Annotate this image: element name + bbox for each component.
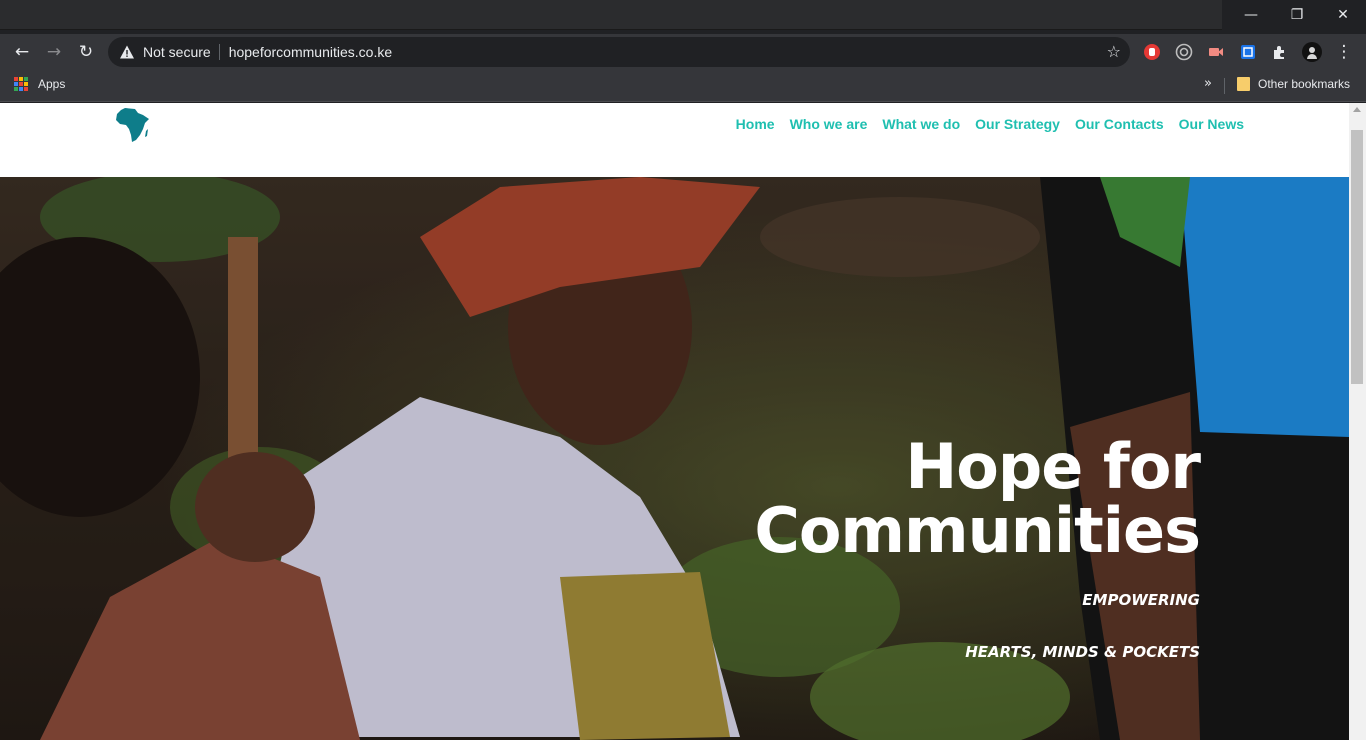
bookmark-apps[interactable]: Apps: [14, 77, 65, 91]
forward-icon[interactable]: →: [42, 40, 66, 64]
bookmarks-overflow-icon[interactable]: »: [1204, 76, 1212, 91]
nav-what-we-do[interactable]: What we do: [882, 116, 960, 132]
site-header: Home Who we are What we do Our Strategy …: [0, 103, 1349, 177]
tab-strip[interactable]: [0, 0, 1222, 30]
folder-icon: [1237, 77, 1250, 91]
hero-tagline-line1: EMPOWERING: [1082, 591, 1200, 609]
back-icon[interactable]: ←: [10, 40, 34, 64]
site-nav: Home Who we are What we do Our Strategy …: [721, 116, 1244, 132]
omnibox-divider: [218, 44, 220, 60]
security-label[interactable]: Not secure: [143, 44, 211, 60]
hero-title-line2: Communities: [754, 494, 1201, 567]
hero-text-block: Hope for Communities EMPOWERING HEARTS, …: [754, 430, 1201, 667]
browser-toolbar: ← → ↻ Not secure hopeforcommunities.co.k…: [0, 34, 1366, 70]
menu-icon[interactable]: ⋮: [1332, 40, 1356, 64]
bookmark-other[interactable]: Other bookmarks: [1237, 77, 1350, 91]
ext-block-icon[interactable]: [1142, 42, 1162, 62]
bookmarks-divider: [1224, 78, 1225, 94]
page-scrollbar[interactable]: [1349, 103, 1366, 740]
extensions-icon[interactable]: [1270, 42, 1290, 62]
apps-label: Apps: [38, 77, 66, 91]
nav-our-contacts[interactable]: Our Contacts: [1075, 116, 1164, 132]
scroll-up-icon[interactable]: [1353, 107, 1361, 112]
window-controls: — ❐ ✕: [1228, 0, 1366, 30]
hero-banner: Hope for Communities EMPOWERING HEARTS, …: [0, 177, 1349, 740]
nav-our-news[interactable]: Our News: [1179, 116, 1244, 132]
nav-home[interactable]: Home: [736, 116, 775, 132]
ext-video-icon[interactable]: [1206, 42, 1226, 62]
nav-our-strategy[interactable]: Our Strategy: [975, 116, 1060, 132]
nav-who-we-are[interactable]: Who we are: [790, 116, 868, 132]
window-titlebar: — ❐ ✕: [0, 0, 1366, 34]
restore-icon[interactable]: ❐: [1274, 0, 1320, 30]
ext-target-icon[interactable]: [1174, 42, 1194, 62]
star-icon[interactable]: ☆: [1107, 42, 1121, 61]
reload-icon[interactable]: ↻: [74, 40, 98, 64]
minimize-icon[interactable]: —: [1228, 0, 1274, 30]
warning-icon[interactable]: [119, 44, 135, 60]
close-icon[interactable]: ✕: [1320, 0, 1366, 30]
scroll-thumb[interactable]: [1351, 130, 1363, 384]
profile-avatar[interactable]: [1302, 42, 1322, 62]
hero-tagline-line2: HEARTS, MINDS & POCKETS: [965, 643, 1200, 661]
page-viewport: Home Who we are What we do Our Strategy …: [0, 103, 1366, 740]
bookmarks-bar: Apps » Other bookmarks: [0, 70, 1366, 102]
address-bar[interactable]: Not secure hopeforcommunities.co.ke ☆: [108, 37, 1130, 67]
url-text[interactable]: hopeforcommunities.co.ke: [229, 44, 392, 60]
ext-capture-icon[interactable]: [1238, 42, 1258, 62]
africa-logo-icon[interactable]: [113, 107, 151, 143]
other-bookmarks-label: Other bookmarks: [1258, 77, 1351, 91]
hero-title-line1: Hope for: [905, 430, 1201, 503]
apps-icon: [14, 77, 28, 91]
